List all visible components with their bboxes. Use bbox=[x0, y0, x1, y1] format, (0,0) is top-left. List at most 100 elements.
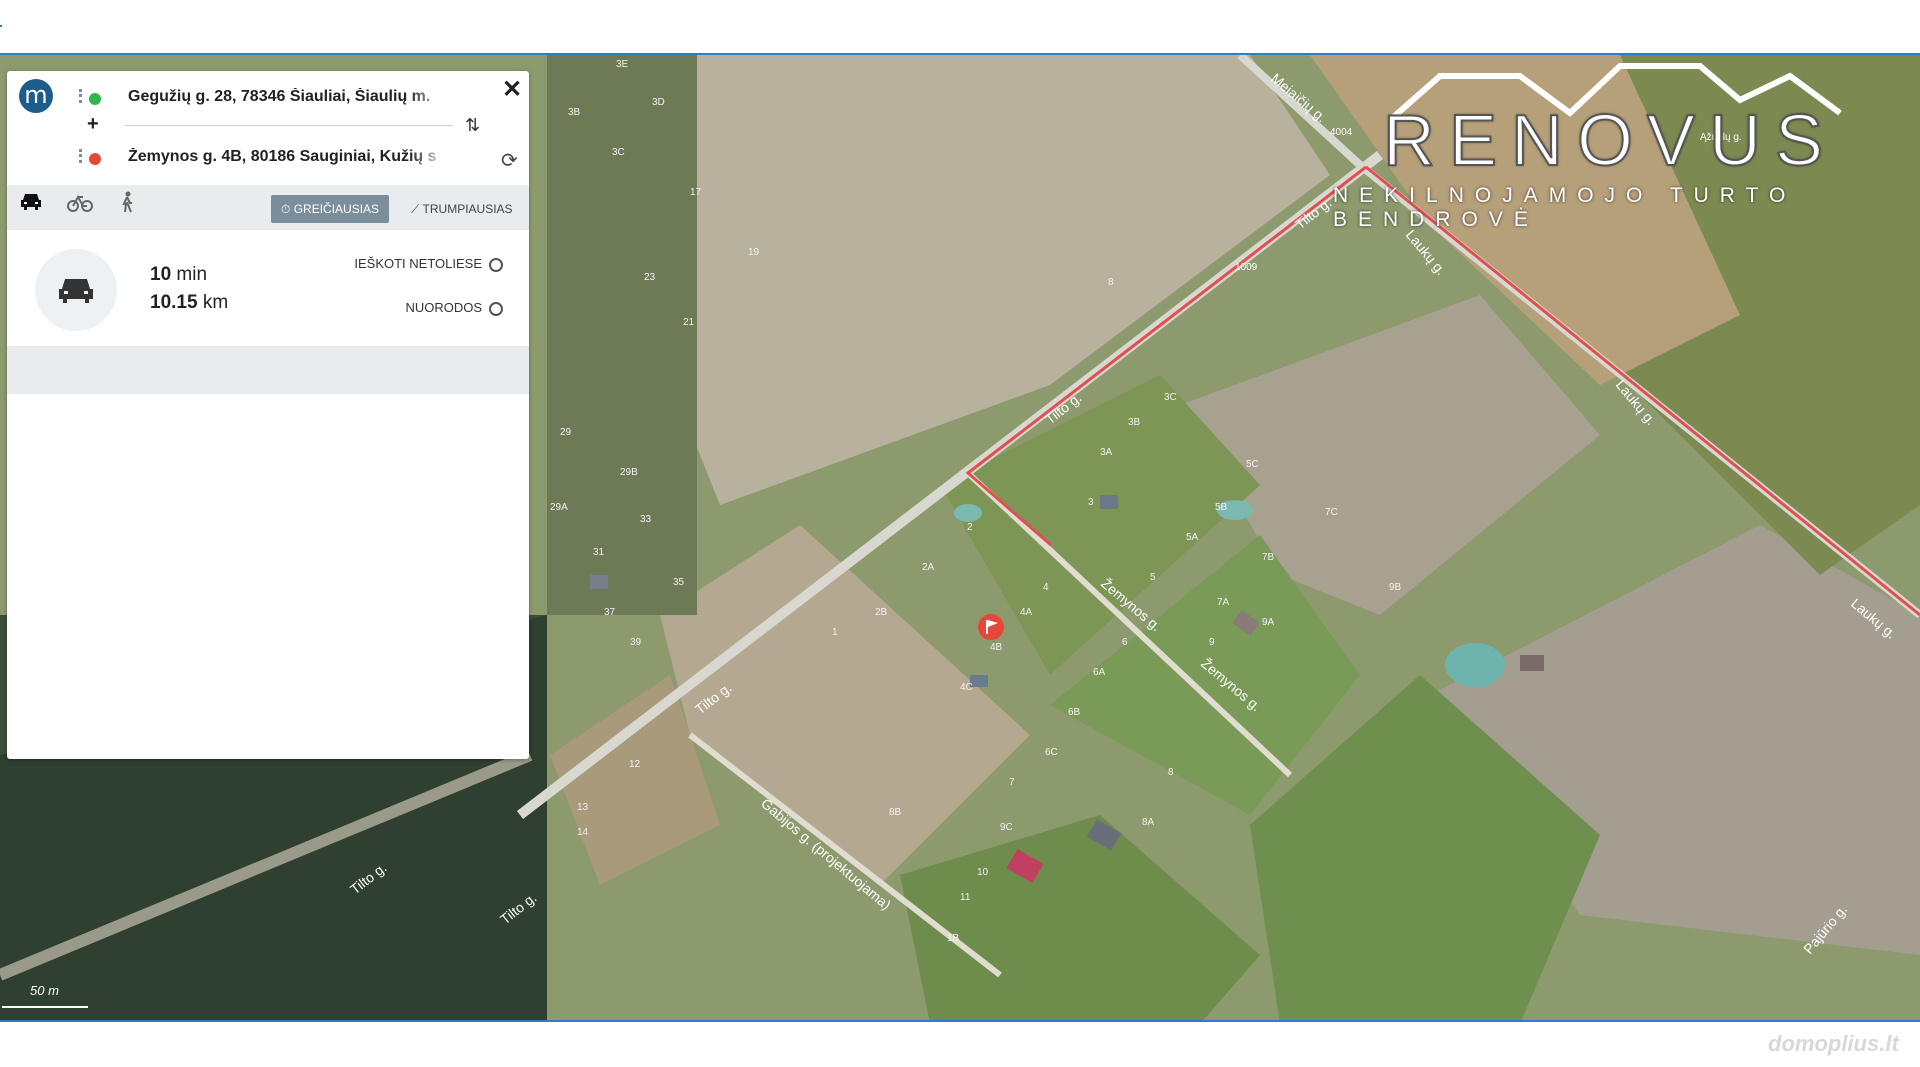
address-divider bbox=[125, 125, 453, 126]
parcel-number: 4 bbox=[1043, 582, 1049, 593]
parcel-number: 29 bbox=[560, 427, 572, 438]
parcel-number: 7 bbox=[1009, 777, 1015, 788]
parcel-number: 6A bbox=[1093, 667, 1106, 678]
parcel-number: 2 bbox=[967, 522, 973, 533]
parcel-number: 9C bbox=[1000, 822, 1013, 833]
parcel-number: 4C bbox=[960, 682, 973, 693]
parcel-number: 3D bbox=[652, 97, 665, 108]
map-scale-label: 50 m bbox=[30, 983, 59, 998]
search-nearby-link[interactable]: IEŠKOTI NETOLIESE bbox=[307, 256, 482, 271]
map-scale-bar bbox=[2, 1006, 88, 1008]
parcel-number: 9 bbox=[1209, 637, 1215, 648]
route-panel: m Gegužių g. 28, 78346 Šiauliai, Šiaulių… bbox=[7, 71, 529, 759]
parcel-number: 39 bbox=[630, 637, 642, 648]
marker-dot bbox=[0, 25, 2, 27]
swap-icon[interactable]: ⇅ bbox=[465, 115, 480, 136]
route-time: 10 min bbox=[150, 264, 207, 286]
parcel-number: 31 bbox=[593, 547, 605, 558]
site-watermark: domoplius.lt bbox=[1768, 1031, 1899, 1056]
shortest-route-button[interactable]: ⟋ TRUMPIAUSIAS bbox=[401, 195, 523, 223]
fastest-route-button[interactable]: ⏱ GREIČIAUSIAS bbox=[271, 195, 390, 223]
parcel-number: 9A bbox=[1262, 617, 1275, 628]
parcel-number: 3C bbox=[1164, 392, 1177, 403]
bottom-strip bbox=[0, 1022, 1920, 1067]
parcel-number: 35 bbox=[673, 577, 685, 588]
top-strip bbox=[0, 0, 1920, 53]
walk-icon[interactable] bbox=[119, 191, 135, 219]
parcel-number: 5C bbox=[1246, 459, 1259, 470]
brand-tagline: NEKILNOJAMOJO TURTO BENDROVĖ bbox=[1333, 184, 1797, 231]
parcel-number: 21 bbox=[683, 317, 695, 328]
parcel-number: 1 bbox=[832, 627, 838, 638]
parcel-number: 8A bbox=[1142, 817, 1155, 828]
destination-pin-icon bbox=[89, 153, 101, 165]
parcel-number: 14 bbox=[577, 827, 589, 838]
time-value: 10 bbox=[150, 264, 172, 285]
parcel-number: 4A bbox=[1020, 607, 1033, 618]
parcel-number: 3B bbox=[1128, 417, 1141, 428]
parcel-number: 3B bbox=[568, 107, 581, 118]
time-unit: min bbox=[176, 264, 208, 285]
street-label: 4004 bbox=[1330, 127, 1353, 138]
origin-fade bbox=[409, 87, 449, 109]
origin-pin-icon bbox=[89, 93, 101, 105]
parcel-number: 8B bbox=[889, 807, 902, 818]
shortest-label: TRUMPIAUSIAS bbox=[422, 202, 513, 216]
refresh-icon[interactable]: ⟳ bbox=[501, 148, 518, 173]
parcel-number: 5B bbox=[1215, 502, 1228, 513]
close-icon[interactable]: ✕ bbox=[502, 75, 522, 104]
parcel-number: 7B bbox=[1262, 552, 1275, 563]
car-icon[interactable] bbox=[19, 191, 43, 219]
parcel-number: 29B bbox=[620, 467, 638, 478]
parcel-number: 7C bbox=[1325, 507, 1338, 518]
brand-name: RENOVUS bbox=[1382, 100, 1838, 182]
parcel-number: 10 bbox=[977, 867, 989, 878]
parcel-number: 12 bbox=[629, 759, 641, 770]
add-stop-button[interactable]: + bbox=[87, 113, 99, 136]
parcel-number: 6C bbox=[1045, 747, 1058, 758]
parcel-number: 17 bbox=[690, 187, 702, 198]
parcel-number: 9B bbox=[1389, 582, 1402, 593]
parcel-number: 33 bbox=[640, 514, 652, 525]
transport-mode-bar: ⏱ GREIČIAUSIAS ⟋ TRUMPIAUSIAS bbox=[7, 185, 529, 230]
distance-value: 10.15 bbox=[150, 292, 198, 313]
directions-icon[interactable] bbox=[489, 302, 503, 316]
drag-handle-icon[interactable] bbox=[79, 149, 85, 163]
route-steps-area bbox=[7, 346, 529, 394]
destination-address[interactable]: Žemynos g. 4B, 80186 Sauginiai, Kužių s bbox=[128, 148, 448, 166]
parcel-number: 13 bbox=[577, 802, 589, 813]
parcel-number: 4B bbox=[990, 642, 1003, 653]
destination-marker bbox=[978, 614, 1004, 640]
parcel-number: 8 bbox=[1168, 767, 1174, 778]
parcel-number: 6 bbox=[1122, 637, 1128, 648]
parcel-number: 6B bbox=[1068, 707, 1081, 718]
app-logo[interactable]: m bbox=[19, 79, 53, 113]
search-nearby-icon[interactable] bbox=[489, 258, 503, 272]
origin-address[interactable]: Gegužių g. 28, 78346 Šiauliai, Šiaulių m… bbox=[128, 88, 448, 106]
distance-unit: km bbox=[202, 292, 229, 313]
parcel-number: 3A bbox=[1100, 447, 1113, 458]
parcel-number: 3E bbox=[616, 59, 629, 70]
parcel-number: 2A bbox=[922, 562, 935, 573]
parcel-number: 1B bbox=[947, 933, 960, 944]
destination-fade bbox=[409, 147, 449, 169]
parcel-number: 29A bbox=[550, 502, 568, 513]
parcel-number: 5 bbox=[1150, 572, 1156, 583]
parcel-number: 3C bbox=[612, 147, 625, 158]
parcel-number: 2B bbox=[875, 607, 888, 618]
parcel-number: 37 bbox=[604, 607, 616, 618]
directions-link[interactable]: NUORODOS bbox=[307, 300, 482, 315]
route-distance: 10.15 km bbox=[150, 292, 228, 314]
parcel-number: 3 bbox=[1088, 497, 1094, 508]
fastest-label: GREIČIAUSIAS bbox=[293, 202, 380, 216]
route-car-badge bbox=[35, 249, 117, 331]
street-label: 1009 bbox=[1235, 262, 1258, 273]
parcel-number: 11 bbox=[960, 892, 971, 903]
drag-handle-icon[interactable] bbox=[79, 89, 85, 103]
parcel-number: 19 bbox=[748, 247, 760, 258]
parcel-number: 23 bbox=[644, 272, 656, 283]
parcel-number: 8 bbox=[1108, 277, 1114, 288]
parcel-number: 5A bbox=[1186, 532, 1199, 543]
bicycle-icon[interactable] bbox=[67, 191, 93, 219]
parcel-number: 7A bbox=[1217, 597, 1230, 608]
